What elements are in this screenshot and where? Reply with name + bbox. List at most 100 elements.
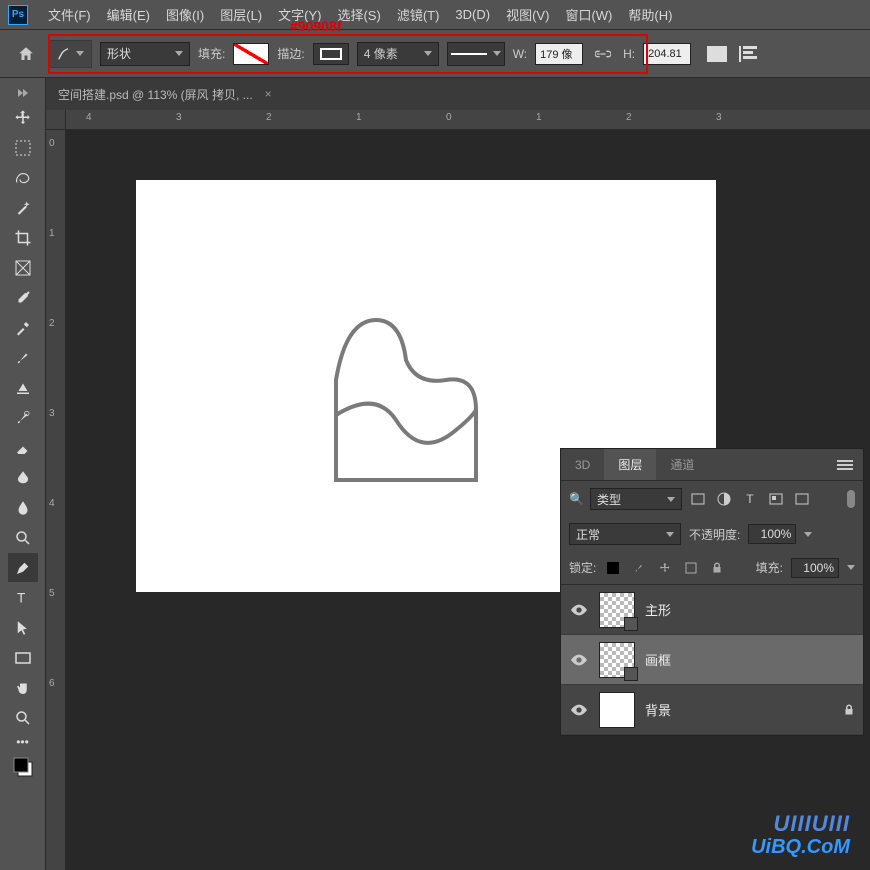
lock-all-icon[interactable] xyxy=(708,559,726,577)
healing-brush-tool[interactable] xyxy=(8,313,38,342)
filter-toggle[interactable] xyxy=(847,490,855,508)
clone-stamp-tool[interactable] xyxy=(8,373,38,402)
tab-channels[interactable]: 通道 xyxy=(656,449,708,480)
chevron-down-icon[interactable] xyxy=(804,532,812,537)
marquee-tool[interactable] xyxy=(8,133,38,162)
crop-tool[interactable] xyxy=(8,223,38,252)
chevron-down-icon[interactable] xyxy=(847,565,855,570)
fill-label: 填充: xyxy=(198,45,225,62)
eyedropper-tool[interactable] xyxy=(8,283,38,312)
watermark: UIIIUIII UiBQ.CoM xyxy=(751,812,850,858)
tab-3d[interactable]: 3D xyxy=(561,449,604,480)
width-label: W: xyxy=(513,47,527,61)
lock-position-icon[interactable] xyxy=(656,559,674,577)
type-tool[interactable]: T xyxy=(8,583,38,612)
tab-layers[interactable]: 图层 xyxy=(604,449,656,480)
fill-swatch[interactable] xyxy=(233,43,269,65)
height-label: H: xyxy=(623,47,635,61)
dodge-tool[interactable] xyxy=(8,523,38,552)
link-dimensions-icon[interactable] xyxy=(591,42,615,66)
close-icon[interactable]: × xyxy=(265,87,272,101)
layer-row[interactable]: 主形 xyxy=(561,585,863,635)
magic-wand-tool[interactable] xyxy=(8,193,38,222)
menu-file[interactable]: 文件(F) xyxy=(40,5,99,24)
opacity-label: 不透明度: xyxy=(689,526,740,543)
visibility-icon[interactable] xyxy=(569,604,589,616)
align-icon[interactable] xyxy=(739,46,759,62)
filter-smart-icon[interactable] xyxy=(792,490,812,508)
menu-image[interactable]: 图像(I) xyxy=(158,5,212,24)
layer-thumbnail[interactable] xyxy=(599,592,635,628)
menu-edit[interactable]: 编辑(E) xyxy=(99,5,158,24)
pen-tool[interactable] xyxy=(8,553,38,582)
horizontal-ruler[interactable]: 4 3 2 1 0 1 2 3 xyxy=(66,110,870,130)
menu-type[interactable]: 文字(Y) xyxy=(270,5,329,24)
filter-pixel-icon[interactable] xyxy=(688,490,708,508)
lock-artboard-icon[interactable] xyxy=(682,559,700,577)
filter-adjust-icon[interactable] xyxy=(714,490,734,508)
foreground-background-swatch[interactable] xyxy=(8,752,38,781)
edit-toolbar-icon[interactable]: ••• xyxy=(8,733,38,751)
vertical-ruler[interactable]: 0 1 2 3 4 5 6 xyxy=(46,130,66,870)
menu-bar: Ps 文件(F) 编辑(E) 图像(I) 图层(L) 文字(Y) 选择(S) 滤… xyxy=(0,0,870,30)
blend-mode-select[interactable]: 正常 xyxy=(569,523,681,545)
tool-preset-picker[interactable] xyxy=(48,40,92,68)
layer-thumbnail[interactable] xyxy=(599,692,635,728)
path-selection-tool[interactable] xyxy=(8,613,38,642)
layer-filter-select[interactable]: 类型 xyxy=(590,488,682,510)
layer-name[interactable]: 主形 xyxy=(645,600,671,619)
menu-filter[interactable]: 滤镜(T) xyxy=(389,5,448,24)
layer-name[interactable]: 背景 xyxy=(645,700,671,719)
visibility-icon[interactable] xyxy=(569,654,589,666)
visibility-icon[interactable] xyxy=(569,704,589,716)
options-bar: #90908f 形状 填充: 描边: 4 像素 W: H: xyxy=(0,30,870,78)
hand-tool[interactable] xyxy=(8,673,38,702)
move-tool[interactable] xyxy=(8,103,38,132)
layer-row[interactable]: 背景 xyxy=(561,685,863,735)
menu-layer[interactable]: 图层(L) xyxy=(212,5,270,24)
zoom-tool[interactable] xyxy=(8,703,38,732)
fill-opacity-label: 填充: xyxy=(756,559,783,576)
height-input[interactable] xyxy=(643,43,691,65)
stroke-width-input[interactable]: 4 像素 xyxy=(357,42,439,66)
gradient-tool[interactable] xyxy=(8,463,38,492)
chevron-down-icon xyxy=(493,51,501,56)
lock-transparency-icon[interactable] xyxy=(604,559,622,577)
tool-mode-select[interactable]: 形状 xyxy=(100,42,190,66)
menu-view[interactable]: 视图(V) xyxy=(498,5,557,24)
fill-opacity-input[interactable]: 100% xyxy=(791,558,839,578)
layer-name[interactable]: 画框 xyxy=(645,650,671,669)
layer-row[interactable]: 画框 xyxy=(561,635,863,685)
brush-tool[interactable] xyxy=(8,343,38,372)
menu-3d[interactable]: 3D(D) xyxy=(447,7,498,22)
layer-thumbnail[interactable] xyxy=(599,642,635,678)
filter-type-icon[interactable]: T xyxy=(740,490,760,508)
lasso-tool[interactable] xyxy=(8,163,38,192)
frame-tool[interactable] xyxy=(8,253,38,282)
collapse-icon[interactable] xyxy=(10,84,36,102)
path-op-icon[interactable] xyxy=(707,46,727,62)
search-icon: 🔍 xyxy=(569,492,584,506)
home-icon[interactable] xyxy=(12,40,40,68)
menu-window[interactable]: 窗口(W) xyxy=(557,5,620,24)
eraser-tool[interactable] xyxy=(8,433,38,462)
app-logo: Ps xyxy=(8,5,28,25)
tools-panel: T ••• xyxy=(0,78,46,870)
menu-select[interactable]: 选择(S) xyxy=(329,5,388,24)
opacity-input[interactable]: 100% xyxy=(748,524,796,544)
lock-pixels-icon[interactable] xyxy=(630,559,648,577)
document-tab[interactable]: 空间搭建.psd @ 113% (屏风 拷贝, ... × xyxy=(58,86,272,103)
menu-help[interactable]: 帮助(H) xyxy=(620,5,680,24)
stroke-style-select[interactable] xyxy=(447,42,505,66)
panel-menu-icon[interactable] xyxy=(827,449,863,480)
chevron-down-icon xyxy=(667,497,675,502)
stroke-swatch[interactable] xyxy=(313,43,349,65)
filter-shape-icon[interactable] xyxy=(766,490,786,508)
rectangle-tool[interactable] xyxy=(8,643,38,672)
lock-label: 锁定: xyxy=(569,559,596,576)
blur-tool[interactable] xyxy=(8,493,38,522)
lock-icon xyxy=(843,703,855,717)
history-brush-tool[interactable] xyxy=(8,403,38,432)
chevron-down-icon xyxy=(424,51,432,56)
width-input[interactable] xyxy=(535,43,583,65)
